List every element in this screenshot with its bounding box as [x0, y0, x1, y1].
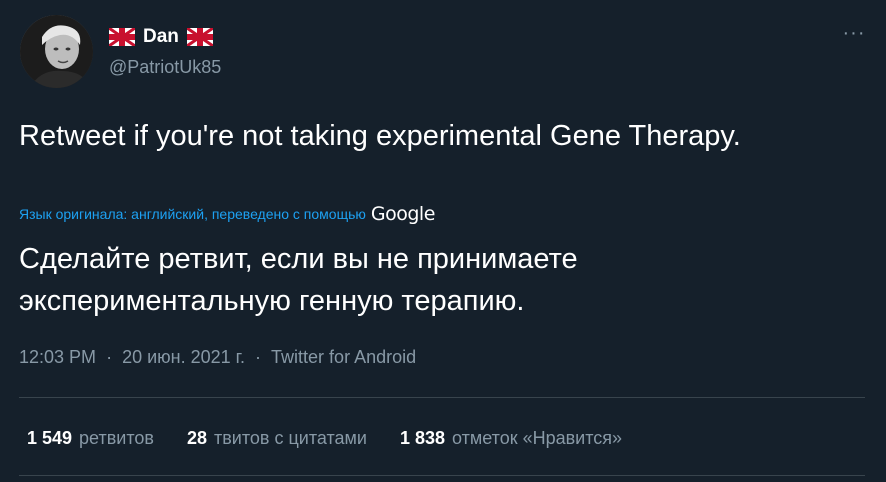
quote-tweets-stat[interactable]: 28 твитов с цитатами	[187, 428, 367, 449]
tweet-text: Retweet if you're not taking experimenta…	[19, 120, 741, 152]
quote-tweets-label: твитов с цитатами	[213, 427, 367, 448]
translated-tweet-text: Сделайте ретвит, если вы не принимаете э…	[19, 243, 578, 317]
retweets-label: ретвитов	[79, 427, 154, 448]
likes-count: 1 838	[399, 427, 446, 448]
quote-tweets-count: 28	[186, 427, 207, 448]
retweets-stat[interactable]: 1 549 ретвитов	[27, 428, 154, 449]
google-logo: Google	[370, 203, 436, 225]
tweet-metadata: 12:03 PM · 20 июн. 2021 г. · Twitter for…	[19, 345, 416, 369]
avatar[interactable]	[20, 15, 93, 88]
uk-flag-icon	[186, 28, 213, 46]
likes-stat[interactable]: 1 838 отметок «Нравится»	[400, 428, 622, 449]
tweet-card: Dan @PatriotUk85 ··· Retweet if you're n…	[0, 0, 886, 482]
translation-note[interactable]: Язык оригинала: английский, переведено с…	[19, 203, 435, 225]
uk-flag-icon	[109, 28, 135, 46]
retweets-count: 1 549	[27, 427, 73, 448]
avatar-portrait-image	[20, 15, 93, 88]
divider	[19, 397, 865, 398]
tweet-time[interactable]: 12:03 PM	[19, 347, 96, 367]
more-options-icon[interactable]: ···	[836, 18, 872, 48]
author-name-row[interactable]: Dan	[109, 25, 213, 49]
meta-separator: ·	[255, 347, 262, 367]
divider	[19, 475, 865, 476]
tweet-source[interactable]: Twitter for Android	[271, 347, 416, 367]
meta-separator: ·	[106, 347, 113, 367]
translation-note-text[interactable]: Язык оригинала: английский, переведено с…	[19, 203, 366, 225]
author-display-name[interactable]: Dan	[143, 25, 179, 49]
likes-label: отметок «Нравится»	[452, 427, 623, 448]
author-handle[interactable]: @PatriotUk85	[109, 55, 221, 79]
tweet-stats: 1 549 ретвитов 28 твитов с цитатами 1 83…	[27, 425, 655, 451]
tweet-date[interactable]: 20 июн. 2021 г.	[122, 347, 245, 367]
